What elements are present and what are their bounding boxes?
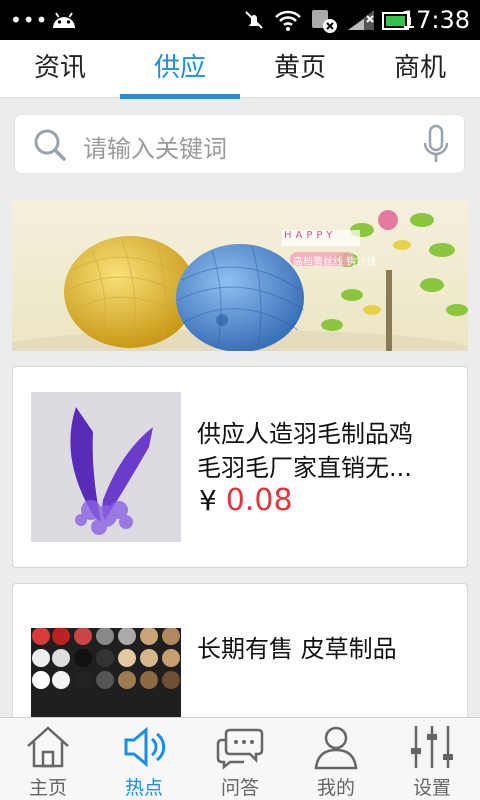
speaker-icon [124, 726, 166, 768]
clock-time: 17:38 [400, 6, 470, 34]
android-icon [53, 12, 75, 28]
home-icon [27, 726, 69, 768]
tab-yellow-pages[interactable]: 黄页 [240, 40, 360, 98]
product-card[interactable]: 长期有售 皮草制品 [12, 583, 468, 778]
tab-supply[interactable]: 供应 [120, 40, 240, 99]
promo-banner[interactable]: HAPPY 高档蕾丝线 钩针线 [12, 200, 468, 351]
microphone-icon[interactable] [422, 124, 450, 166]
data-off-icon [312, 10, 337, 33]
tab-business-opportunities[interactable]: 商机 [360, 40, 480, 98]
user-icon [314, 726, 358, 770]
nav-qa[interactable]: 问答 [192, 718, 288, 800]
tab-label: 供应 [153, 53, 206, 83]
search-icon [34, 129, 66, 161]
product-title: 供应人造羽毛制品鸡 毛羽毛厂家直销无... [197, 417, 451, 485]
price-value: 0.08 [225, 483, 293, 518]
tab-label: 黄页 [273, 53, 326, 83]
currency-symbol: ¥ [199, 484, 217, 517]
active-tab-indicator [120, 94, 240, 99]
banner-slogan: 高档蕾丝线 钩针线 [293, 257, 377, 268]
nav-home[interactable]: 主页 [0, 718, 96, 800]
sliders-icon [411, 726, 453, 768]
product-title-line: 毛羽毛厂家直销无... [197, 454, 412, 482]
product-price: ¥ 0.08 [199, 483, 293, 518]
wifi-icon [275, 10, 301, 31]
tab-news[interactable]: 资讯 [0, 40, 120, 98]
product-thumbnail [31, 392, 181, 542]
product-title-line: 长期有售 皮草制品 [197, 635, 397, 663]
category-tabs: 资讯 供应 黄页 商机 [0, 40, 480, 99]
search-bar[interactable]: 请输入关键词 [14, 114, 465, 174]
nav-settings[interactable]: 设置 [384, 718, 480, 800]
tab-label: 商机 [393, 53, 446, 83]
nav-label: 问答 [220, 777, 259, 799]
chat-icon [216, 728, 264, 770]
nav-label: 设置 [412, 777, 451, 799]
nav-label: 热点 [124, 777, 163, 799]
banner-brand: HAPPY [284, 230, 337, 241]
product-card[interactable]: 供应人造羽毛制品鸡 毛羽毛厂家直销无... ¥ 0.08 [12, 366, 468, 568]
mute-icon [245, 11, 263, 29]
status-bar: ••• 17:38 [0, 0, 480, 40]
nav-label: 主页 [28, 777, 67, 799]
signal-icon [348, 10, 374, 30]
bottom-navigation: 主页 热点 问答 我的 设置 [0, 717, 480, 800]
product-title-line: 供应人造羽毛制品鸡 [197, 420, 413, 448]
more-dots-icon: ••• [10, 8, 49, 32]
nav-label: 我的 [316, 777, 355, 799]
nav-hot[interactable]: 热点 [96, 718, 192, 800]
nav-mine[interactable]: 我的 [288, 718, 384, 800]
banner-image [12, 210, 468, 351]
product-title: 长期有售 皮草制品 [197, 632, 451, 666]
search-input[interactable]: 请输入关键词 [83, 129, 227, 164]
tab-label: 资讯 [33, 53, 86, 83]
